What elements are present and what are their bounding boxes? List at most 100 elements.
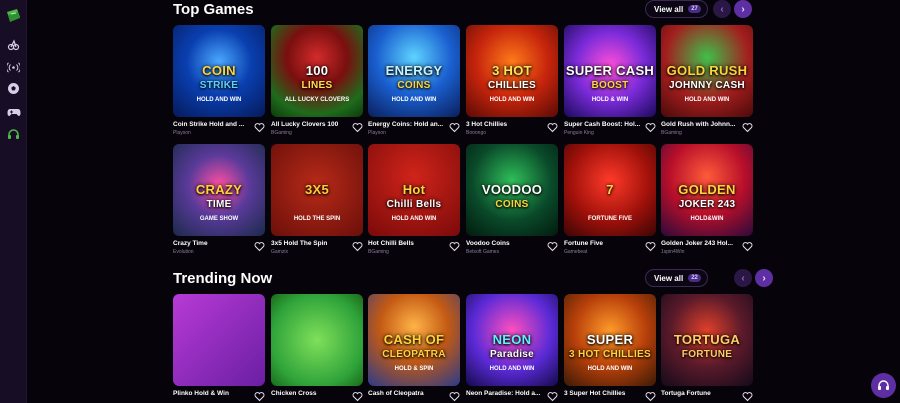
favorite-heart-icon[interactable] [645, 120, 656, 133]
chevron-right-icon: › [762, 272, 766, 284]
game-title[interactable]: Fortune Five [564, 240, 642, 247]
view-all-top-games-button[interactable]: View all 27 [645, 0, 708, 18]
game-card[interactable]: 7 FORTUNE FIVE Fortune Five Gamebeat [564, 144, 656, 255]
support-chat-button[interactable] [871, 373, 896, 398]
favorite-heart-icon[interactable] [352, 120, 363, 133]
game-card[interactable]: ENERGY COINS HOLD AND WIN Energy Coins: Hol… [368, 25, 460, 136]
favorite-heart-icon[interactable] [254, 389, 265, 402]
favorite-heart-icon[interactable] [547, 389, 558, 402]
game-card[interactable]: SUPER 3 HOT CHILLIES HOLD AND WIN 3 Super H… [564, 294, 656, 402]
favorite-heart-icon[interactable] [449, 239, 460, 252]
game-card[interactable]: CRAZY TIME GAME SHOW Crazy Time Evolution [173, 144, 265, 255]
favorite-heart-icon[interactable] [352, 389, 363, 402]
game-thumbnail[interactable]: 3 HOT CHILLIES HOLD AND WIN [466, 25, 558, 117]
headset-icon[interactable] [6, 127, 21, 142]
game-title[interactable]: Tortuga Fortune [661, 390, 739, 397]
game-card[interactable]: 3X5 HOLD THE SPIN 3x5 Hold The Spin Gamzix [271, 144, 363, 255]
game-logo-line1: Hot [402, 182, 426, 197]
game-title[interactable]: Coin Strike Hold and ... [173, 121, 251, 128]
favorite-heart-icon[interactable] [742, 120, 753, 133]
game-card[interactable]: Hot Chilli Bells HOLD AND WIN Hot Chilli Be… [368, 144, 460, 255]
game-title[interactable]: Energy Coins: Hold an... [368, 121, 446, 128]
gamepad-icon[interactable] [6, 104, 21, 119]
game-thumbnail[interactable]: 3X5 HOLD THE SPIN [271, 144, 363, 236]
view-all-trending-button[interactable]: View all 22 [645, 269, 708, 287]
game-card[interactable]: GOLD RUSH JOHNNY CASH HOLD AND WIN Gold Rus… [661, 25, 753, 136]
prev-arrow-button[interactable]: ‹ [734, 269, 752, 287]
game-title[interactable]: Neon Paradise: Hold a... [466, 390, 544, 397]
soccer-icon[interactable] [6, 81, 21, 96]
game-thumbnail[interactable]: GOLD RUSH JOHNNY CASH HOLD AND WIN [661, 25, 753, 117]
game-card[interactable]: VOODOO COINS Voodoo Coins Betsoft Games [466, 144, 558, 255]
favorite-heart-icon[interactable] [645, 389, 656, 402]
game-provider: BGaming [368, 249, 389, 255]
game-card[interactable]: 3 HOT CHILLIES HOLD AND WIN 3 Hot Chillies B… [466, 25, 558, 136]
sports-ball-icon[interactable] [6, 37, 21, 52]
favorite-heart-icon[interactable] [547, 120, 558, 133]
game-thumbnail[interactable]: CASH OF CLEOPATRA HOLD & SPIN [368, 294, 460, 386]
game-thumbnail[interactable]: ENERGY COINS HOLD AND WIN [368, 25, 460, 117]
game-logo-line1: 3X5 [304, 182, 330, 197]
game-card[interactable]: 100 LINES ALL LUCKY CLOVERS All Lucky Clove… [271, 25, 363, 136]
game-card[interactable]: SUPER CASH BOOST HOLD & WIN Super Cash Boos… [564, 25, 656, 136]
live-broadcast-icon[interactable] [6, 60, 21, 75]
favorite-heart-icon[interactable] [449, 120, 460, 133]
game-logo-tagline: HOLD AND WIN [391, 97, 437, 103]
game-title[interactable]: Hot Chilli Bells [368, 240, 446, 247]
game-card[interactable]: NEON Paradise HOLD AND WIN Neon Paradise: H… [466, 294, 558, 402]
game-thumbnail[interactable]: 100 LINES ALL LUCKY CLOVERS [271, 25, 363, 117]
favorite-heart-icon[interactable] [547, 239, 558, 252]
game-title[interactable]: Super Cash Boost: Hol... [564, 121, 642, 128]
favorite-heart-icon[interactable] [254, 239, 265, 252]
game-title[interactable]: 3 Hot Chillies [466, 121, 544, 128]
favorite-heart-icon[interactable] [254, 120, 265, 133]
favorite-heart-icon[interactable] [449, 389, 460, 402]
game-logo-tagline: HOLD & WIN [591, 97, 629, 103]
game-logo-line2: BOOST [591, 80, 629, 91]
favorite-heart-icon[interactable] [742, 389, 753, 402]
game-thumbnail[interactable]: Hot Chilli Bells HOLD AND WIN [368, 144, 460, 236]
game-logo-line2: 3 HOT CHILLIES [569, 349, 651, 360]
game-thumbnail[interactable]: SUPER CASH BOOST HOLD & WIN [564, 25, 656, 117]
game-title[interactable]: Chicken Cross [271, 390, 349, 397]
game-logo-line1: 3 HOT [492, 63, 532, 78]
game-thumbnail[interactable]: VOODOO COINS [466, 144, 558, 236]
game-thumbnail[interactable]: 7 FORTUNE FIVE [564, 144, 656, 236]
game-thumbnail[interactable]: CRAZY TIME GAME SHOW [173, 144, 265, 236]
game-card[interactable]: Chicken Cross [271, 294, 363, 402]
game-title[interactable]: All Lucky Clovers 100 [271, 121, 349, 128]
game-card[interactable]: Plinko Hold & Win [173, 294, 265, 402]
game-card[interactable]: COIN STRIKE HOLD AND WIN Coin Strike Hold a… [173, 25, 265, 136]
game-card[interactable]: CASH OF CLEOPATRA HOLD & SPIN Cash of Cleop… [368, 294, 460, 402]
game-title[interactable]: Gold Rush with Johnn... [661, 121, 739, 128]
next-arrow-button[interactable]: › [734, 0, 752, 18]
game-card[interactable]: TORTUGA FORTUNE Tortuga Fortune [661, 294, 753, 402]
game-title[interactable]: Cash of Cleopatra [368, 390, 446, 397]
game-thumbnail[interactable] [173, 294, 265, 386]
game-title[interactable]: Voodoo Coins [466, 240, 544, 247]
game-title[interactable]: Crazy Time [173, 240, 251, 247]
game-title[interactable]: 3x5 Hold The Spin [271, 240, 349, 247]
favorite-heart-icon[interactable] [742, 239, 753, 252]
game-thumbnail[interactable]: NEON Paradise HOLD AND WIN [466, 294, 558, 386]
game-title[interactable]: Plinko Hold & Win [173, 390, 251, 397]
next-arrow-button[interactable]: › [755, 269, 773, 287]
favorite-heart-icon[interactable] [645, 239, 656, 252]
game-card[interactable]: GOLDEN JOKER 243 HOLD&WIN Golden Joker 243 … [661, 144, 753, 255]
game-title[interactable]: 3 Super Hot Chillies [564, 390, 642, 397]
game-thumbnail[interactable] [271, 294, 363, 386]
game-thumbnail[interactable]: GOLDEN JOKER 243 HOLD&WIN [661, 144, 753, 236]
game-title[interactable]: Golden Joker 243 Hol... [661, 240, 739, 247]
game-thumbnail[interactable]: TORTUGA FORTUNE [661, 294, 753, 386]
game-thumbnail[interactable]: SUPER 3 HOT CHILLIES HOLD AND WIN [564, 294, 656, 386]
prev-arrow-button[interactable]: ‹ [713, 0, 731, 18]
chevron-left-icon: ‹ [741, 272, 745, 284]
game-logo-tagline: HOLD AND WIN [391, 216, 437, 222]
game-logo-tagline: GAME SHOW [199, 216, 239, 222]
game-logo-line1: ENERGY [385, 63, 443, 78]
main-content: Top Games View all 27 ‹ › Trending Now V… [27, 0, 900, 403]
favorite-heart-icon[interactable] [352, 239, 363, 252]
logo-icon[interactable] [5, 8, 22, 24]
game-logo-line1: SUPER CASH [565, 63, 655, 78]
game-thumbnail[interactable]: COIN STRIKE HOLD AND WIN [173, 25, 265, 117]
